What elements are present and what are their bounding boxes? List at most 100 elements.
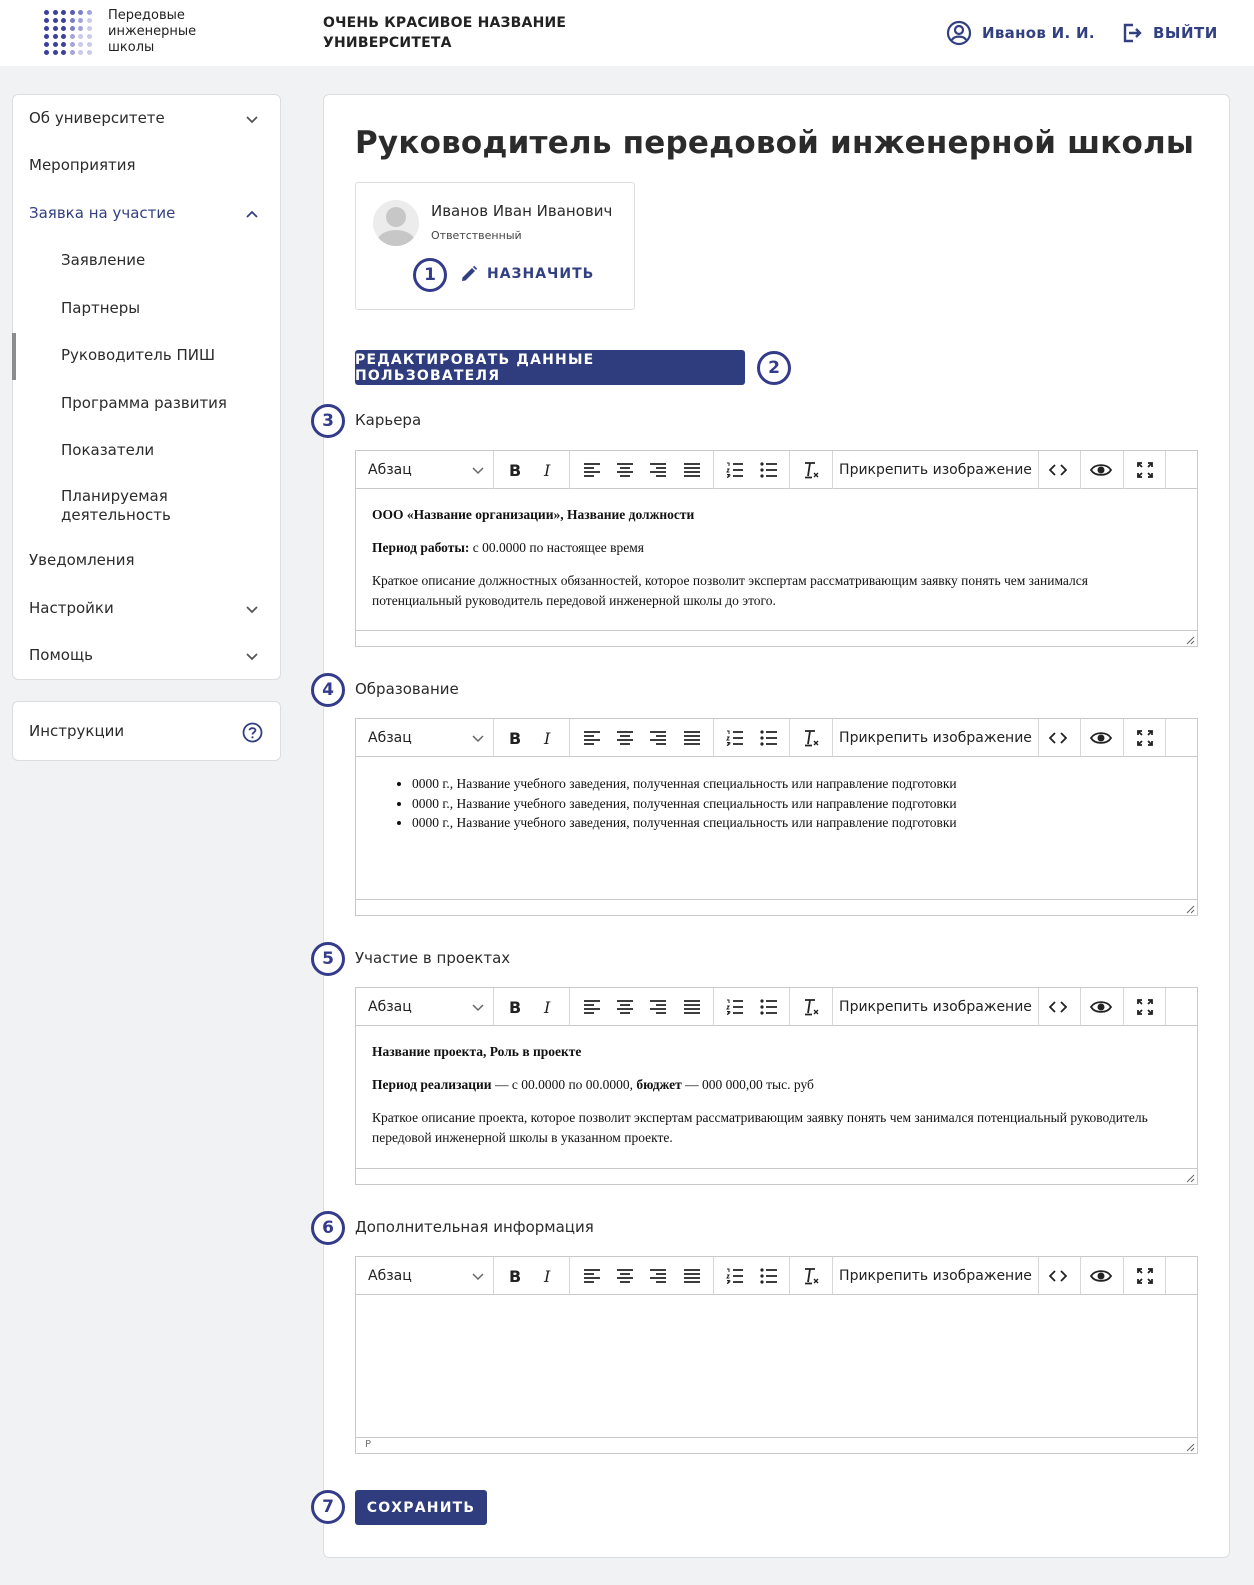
- editor-toolbar: Абзац B I Прикрепить изображение: [356, 719, 1197, 757]
- logo-text[interactable]: Передовые инженерные школы: [108, 8, 228, 56]
- format-select[interactable]: Абзац: [368, 1257, 486, 1295]
- edit-user-button[interactable]: РЕДАКТИРОВАТЬ ДАННЫЕ ПОЛЬЗОВАТЕЛЯ: [355, 350, 745, 385]
- projects-editor[interactable]: Абзац B I Прикрепить изображение Название п…: [355, 987, 1198, 1185]
- clear-format-icon: [805, 730, 819, 747]
- format-select[interactable]: Абзац: [368, 451, 486, 489]
- chevron-up-icon[interactable]: [245, 207, 259, 221]
- bullet-list-button[interactable]: [755, 1257, 783, 1295]
- resize-handle-icon[interactable]: [1185, 904, 1195, 914]
- sidebar-item-program[interactable]: Программа развития: [13, 383, 280, 423]
- bold-button[interactable]: B: [501, 451, 529, 489]
- career-editor[interactable]: Абзац B I Прикрепить изображение ООО «Назва…: [355, 450, 1198, 647]
- preview-button[interactable]: [1087, 451, 1115, 489]
- code-button[interactable]: [1044, 988, 1072, 1026]
- sidebar-item-help[interactable]: Помощь: [13, 635, 280, 675]
- chevron-down-icon[interactable]: [245, 112, 259, 126]
- help-circle-icon[interactable]: [242, 722, 263, 743]
- ordered-list-button[interactable]: [721, 1257, 749, 1295]
- clear-format-button[interactable]: [798, 988, 826, 1026]
- bullet-list-button[interactable]: [755, 988, 783, 1026]
- toolbar-divider: [569, 451, 570, 489]
- editor-content[interactable]: ООО «Название организации», Название дол…: [356, 490, 1197, 630]
- assign-button[interactable]: НАЗНАЧИТЬ: [460, 265, 594, 283]
- sidebar-item-events[interactable]: Мероприятия: [13, 145, 280, 185]
- bullet-list-button[interactable]: [755, 451, 783, 489]
- clear-format-button[interactable]: [798, 1257, 826, 1295]
- align-justify-button[interactable]: [678, 1257, 706, 1295]
- bold-button[interactable]: B: [501, 1257, 529, 1295]
- align-center-button[interactable]: [611, 719, 639, 757]
- sidebar-item-notifications[interactable]: Уведомления: [13, 540, 280, 580]
- italic-button[interactable]: I: [534, 1257, 562, 1295]
- chevron-down-icon[interactable]: [245, 649, 259, 663]
- align-justify-button[interactable]: [678, 451, 706, 489]
- align-left-button[interactable]: [578, 988, 606, 1026]
- logo-dot: [52, 26, 58, 31]
- attach-image-button[interactable]: Прикрепить изображение: [833, 1257, 1038, 1295]
- preview-button[interactable]: [1087, 988, 1115, 1026]
- sidebar-item-label: Программа развития: [61, 394, 227, 412]
- code-button[interactable]: [1044, 719, 1072, 757]
- bold-button[interactable]: B: [501, 988, 529, 1026]
- align-center-button[interactable]: [611, 1257, 639, 1295]
- attach-image-button[interactable]: Прикрепить изображение: [833, 719, 1038, 757]
- additional-editor[interactable]: Абзац B I Прикрепить изображение P: [355, 1256, 1198, 1454]
- ordered-list-button[interactable]: [721, 451, 749, 489]
- sidebar-item-settings[interactable]: Настройки: [13, 588, 280, 628]
- bullet-list-button[interactable]: [755, 719, 783, 757]
- sidebar-item-about[interactable]: Об университете: [13, 98, 280, 138]
- align-left-button[interactable]: [578, 1257, 606, 1295]
- fullscreen-button[interactable]: [1131, 451, 1159, 489]
- clear-format-button[interactable]: [798, 719, 826, 757]
- fullscreen-button[interactable]: [1131, 1257, 1159, 1295]
- sidebar-item-head[interactable]: Руководитель ПИШ: [13, 335, 280, 375]
- align-left-button[interactable]: [578, 719, 606, 757]
- assign-label: НАЗНАЧИТЬ: [487, 266, 595, 282]
- align-right-button[interactable]: [644, 451, 672, 489]
- bold-button[interactable]: B: [501, 719, 529, 757]
- preview-button[interactable]: [1087, 719, 1115, 757]
- sidebar-item-application[interactable]: Заявка на участие: [13, 193, 280, 233]
- code-button[interactable]: [1044, 451, 1072, 489]
- align-right-button[interactable]: [644, 988, 672, 1026]
- attach-image-button[interactable]: Прикрепить изображение: [833, 988, 1038, 1026]
- attach-image-button[interactable]: Прикрепить изображение: [833, 451, 1038, 489]
- resize-handle-icon[interactable]: [1185, 635, 1195, 645]
- align-justify-button[interactable]: [678, 988, 706, 1026]
- preview-icon: [1090, 1270, 1112, 1282]
- sidebar-item-indicators[interactable]: Показатели: [13, 430, 280, 470]
- save-button[interactable]: СОХРАНИТЬ: [355, 1490, 487, 1525]
- resize-handle-icon[interactable]: [1185, 1442, 1195, 1452]
- preview-button[interactable]: [1087, 1257, 1115, 1295]
- sidebar-item-planned[interactable]: Планируемая деятельность: [13, 485, 280, 527]
- resize-handle-icon[interactable]: [1185, 1173, 1195, 1183]
- align-right-button[interactable]: [644, 719, 672, 757]
- italic-button[interactable]: I: [534, 719, 562, 757]
- clear-format-button[interactable]: [798, 451, 826, 489]
- education-editor[interactable]: Абзац B I Прикрепить изображение 0000 г., Н…: [355, 718, 1198, 916]
- format-select[interactable]: Абзац: [368, 719, 486, 757]
- logo-icon[interactable]: [44, 10, 92, 55]
- editor-content[interactable]: 0000 г., Название учебного заведения, по…: [356, 758, 1197, 898]
- align-right-button[interactable]: [644, 1257, 672, 1295]
- editor-content[interactable]: Название проекта, Роль в проекте Период …: [356, 1027, 1197, 1167]
- editor-content[interactable]: [356, 1296, 1197, 1436]
- fullscreen-button[interactable]: [1131, 719, 1159, 757]
- italic-button[interactable]: I: [534, 451, 562, 489]
- sidebar-item-partners[interactable]: Партнеры: [13, 288, 280, 328]
- sidebar-item-instructions[interactable]: Инструкции: [12, 701, 281, 761]
- align-justify-button[interactable]: [678, 719, 706, 757]
- chevron-down-icon[interactable]: [245, 602, 259, 616]
- code-button[interactable]: [1044, 1257, 1072, 1295]
- sidebar-item-statement[interactable]: Заявление: [13, 240, 280, 280]
- ordered-list-button[interactable]: [721, 719, 749, 757]
- fullscreen-button[interactable]: [1131, 988, 1159, 1026]
- user-profile-link[interactable]: Иванов И. И.: [946, 20, 1095, 46]
- italic-button[interactable]: I: [534, 988, 562, 1026]
- logout-button[interactable]: ВЫЙТИ: [1121, 20, 1218, 46]
- align-center-button[interactable]: [611, 988, 639, 1026]
- align-left-button[interactable]: [578, 451, 606, 489]
- format-select[interactable]: Абзац: [368, 988, 486, 1026]
- align-center-button[interactable]: [611, 451, 639, 489]
- ordered-list-button[interactable]: [721, 988, 749, 1026]
